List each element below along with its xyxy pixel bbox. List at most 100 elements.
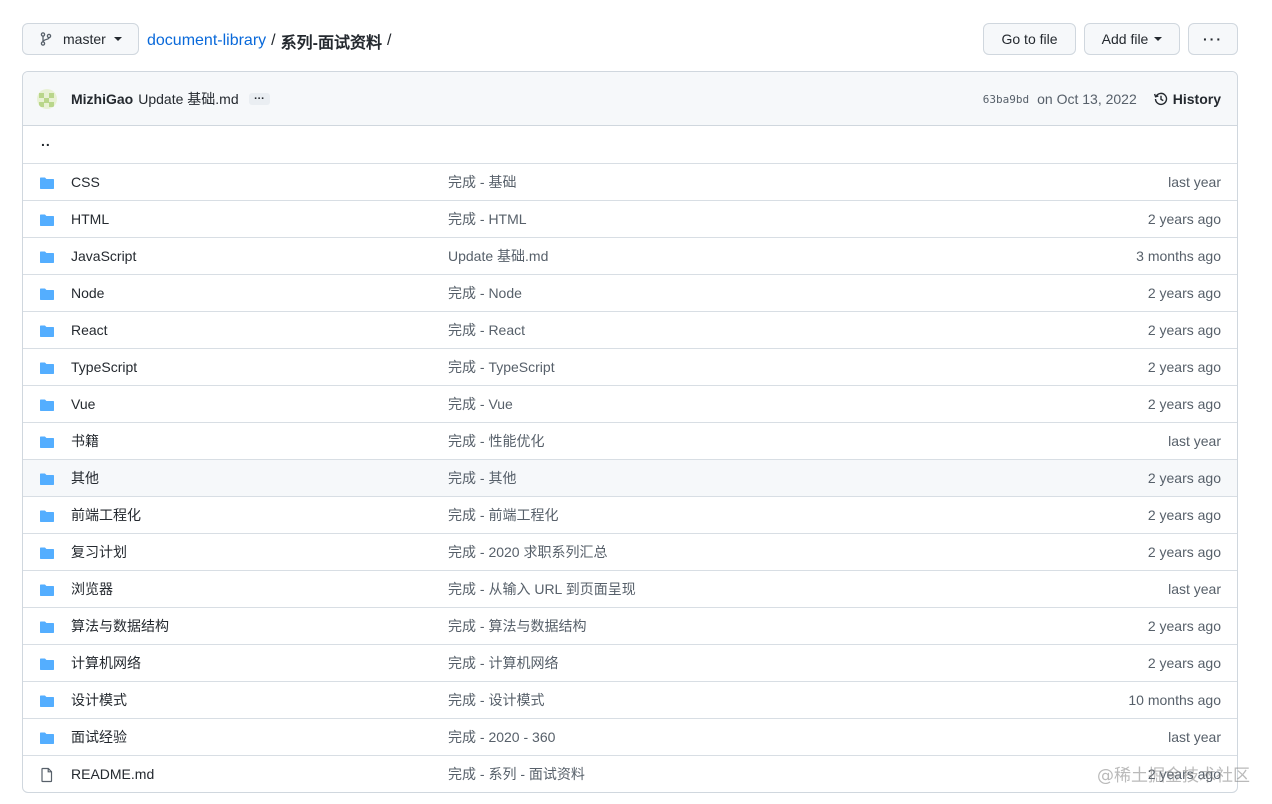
commit-age: last year	[1168, 729, 1221, 745]
commit-message-link[interactable]: 完成 - 前端工程化	[448, 505, 558, 525]
file-name-link[interactable]: TypeScript	[71, 359, 137, 375]
latest-commit-bar: MizhiGao Update 基础.md … 63ba9bd on Oct 1…	[23, 72, 1237, 126]
table-row[interactable]: CSS 完成 - 基础 last year	[23, 163, 1237, 200]
parent-directory-row[interactable]: ..	[23, 126, 1237, 163]
history-link[interactable]: History	[1153, 91, 1221, 107]
watermark: @稀土掘金技术社区	[1097, 766, 1250, 786]
branch-name: master	[63, 31, 106, 47]
avatar[interactable]	[37, 88, 57, 109]
breadcrumb-repo-link[interactable]: document-library	[147, 32, 266, 50]
folder-icon	[39, 360, 55, 376]
commit-message-link[interactable]: 完成 - Vue	[448, 394, 513, 414]
folder-icon	[39, 582, 55, 598]
file-list-box: MizhiGao Update 基础.md … 63ba9bd on Oct 1…	[22, 71, 1238, 793]
file-name-link[interactable]: README.md	[71, 766, 154, 782]
table-row[interactable]: 算法与数据结构 完成 - 算法与数据结构 2 years ago	[23, 607, 1237, 644]
commit-author-link[interactable]: MizhiGao	[71, 91, 133, 107]
commit-age: 3 months ago	[1136, 248, 1221, 264]
kebab-icon: ···	[1203, 31, 1223, 47]
file-navigation: master document-library / 系列-面试资料 / Go t…	[22, 23, 1238, 55]
commit-message-link[interactable]: Update 基础.md	[138, 89, 238, 109]
file-name-link[interactable]: CSS	[71, 174, 100, 190]
commit-age: last year	[1168, 174, 1221, 190]
commit-date: on Oct 13, 2022	[1037, 91, 1137, 107]
table-row[interactable]: JavaScript Update 基础.md 3 months ago	[23, 237, 1237, 274]
go-to-file-label: Go to file	[1001, 31, 1058, 47]
file-name-link[interactable]: 算法与数据结构	[71, 616, 169, 636]
file-name-link[interactable]: 前端工程化	[71, 505, 141, 525]
file-name-link[interactable]: 浏览器	[71, 579, 113, 599]
breadcrumb: document-library / 系列-面试资料 /	[147, 29, 396, 53]
commit-message-link[interactable]: 完成 - 性能优化	[448, 431, 544, 451]
folder-icon	[39, 545, 55, 561]
file-name-link[interactable]: JavaScript	[71, 248, 136, 264]
commit-message-link[interactable]: 完成 - 设计模式	[448, 690, 544, 710]
table-row[interactable]: TypeScript 完成 - TypeScript 2 years ago	[23, 348, 1237, 385]
table-row[interactable]: 设计模式 完成 - 设计模式 10 months ago	[23, 681, 1237, 718]
commit-message-link[interactable]: Update 基础.md	[448, 246, 548, 266]
commit-meta: 63ba9bd on Oct 13, 2022 History	[983, 72, 1221, 126]
commit-age: 2 years ago	[1147, 359, 1221, 375]
commit-sha-link[interactable]: 63ba9bd	[983, 93, 1029, 106]
go-to-file-button[interactable]: Go to file	[983, 23, 1076, 55]
more-options-button[interactable]: ···	[1188, 23, 1238, 55]
folder-icon	[39, 249, 55, 265]
commit-age: 2 years ago	[1147, 655, 1221, 671]
commit-message-link[interactable]: 完成 - Node	[448, 283, 522, 303]
parent-directory-link[interactable]: ..	[41, 133, 51, 149]
chevron-down-icon	[113, 37, 122, 41]
commit-message-link[interactable]: 完成 - HTML	[448, 209, 527, 229]
file-name-link[interactable]: 书籍	[71, 431, 99, 451]
folder-icon	[39, 693, 55, 709]
table-row[interactable]: 前端工程化 完成 - 前端工程化 2 years ago	[23, 496, 1237, 533]
table-row[interactable]: 复习计划 完成 - 2020 求职系列汇总 2 years ago	[23, 533, 1237, 570]
commit-message-link[interactable]: 完成 - 2020 - 360	[448, 727, 555, 747]
commit-message-link[interactable]: 完成 - 从输入 URL 到页面呈现	[448, 579, 636, 599]
file-name-link[interactable]: 复习计划	[71, 542, 127, 562]
folder-icon	[39, 730, 55, 746]
table-row[interactable]: HTML 完成 - HTML 2 years ago	[23, 200, 1237, 237]
table-row[interactable]: Vue 完成 - Vue 2 years ago	[23, 385, 1237, 422]
table-row[interactable]: 书籍 完成 - 性能优化 last year	[23, 422, 1237, 459]
chevron-down-icon	[1154, 37, 1163, 41]
commit-message-link[interactable]: 完成 - 基础	[448, 172, 516, 192]
add-file-label: Add file	[1101, 31, 1149, 47]
table-row[interactable]: README.md 完成 - 系列 - 面试资料 2 years ago	[23, 755, 1237, 792]
commit-message-link[interactable]: 完成 - 系列 - 面试资料	[448, 764, 585, 784]
file-name-link[interactable]: Vue	[71, 396, 95, 412]
commit-message-link[interactable]: 完成 - 2020 求职系列汇总	[448, 542, 607, 562]
folder-icon	[39, 212, 55, 228]
table-row[interactable]: 计算机网络 完成 - 计算机网络 2 years ago	[23, 644, 1237, 681]
add-file-button[interactable]: Add file	[1084, 23, 1180, 55]
table-row[interactable]: React 完成 - React 2 years ago	[23, 311, 1237, 348]
file-name-link[interactable]: 计算机网络	[71, 653, 141, 673]
commit-age: 2 years ago	[1147, 618, 1221, 634]
file-name-link[interactable]: HTML	[71, 211, 109, 227]
commit-message-link[interactable]: 完成 - 计算机网络	[448, 653, 558, 673]
table-row[interactable]: 浏览器 完成 - 从输入 URL 到页面呈现 last year	[23, 570, 1237, 607]
file-name-link[interactable]: 面试经验	[71, 727, 127, 747]
folder-icon	[39, 434, 55, 450]
commit-message-link[interactable]: 完成 - 算法与数据结构	[448, 616, 586, 636]
table-row[interactable]: 面试经验 完成 - 2020 - 360 last year	[23, 718, 1237, 755]
file-icon	[39, 767, 55, 783]
file-name-link[interactable]: 其他	[71, 468, 99, 488]
commit-age: 2 years ago	[1147, 470, 1221, 486]
commit-message-link[interactable]: 完成 - 其他	[448, 468, 516, 488]
file-name-link[interactable]: Node	[71, 285, 104, 301]
commit-expand-button[interactable]: …	[248, 90, 270, 105]
file-name-link[interactable]: 设计模式	[71, 690, 127, 710]
folder-icon	[39, 471, 55, 487]
breadcrumb-current-dir: 系列-面试资料	[280, 35, 382, 52]
branch-selector-button[interactable]: master	[22, 23, 139, 55]
commit-age: last year	[1168, 433, 1221, 449]
table-row[interactable]: 其他 完成 - 其他 2 years ago	[23, 459, 1237, 496]
history-icon	[1153, 92, 1167, 106]
file-name-link[interactable]: React	[71, 322, 108, 338]
commit-message-link[interactable]: 完成 - TypeScript	[448, 357, 555, 377]
folder-icon	[39, 323, 55, 339]
table-row[interactable]: Node 完成 - Node 2 years ago	[23, 274, 1237, 311]
commit-age: 2 years ago	[1147, 544, 1221, 560]
folder-icon	[39, 508, 55, 524]
commit-message-link[interactable]: 完成 - React	[448, 320, 525, 340]
